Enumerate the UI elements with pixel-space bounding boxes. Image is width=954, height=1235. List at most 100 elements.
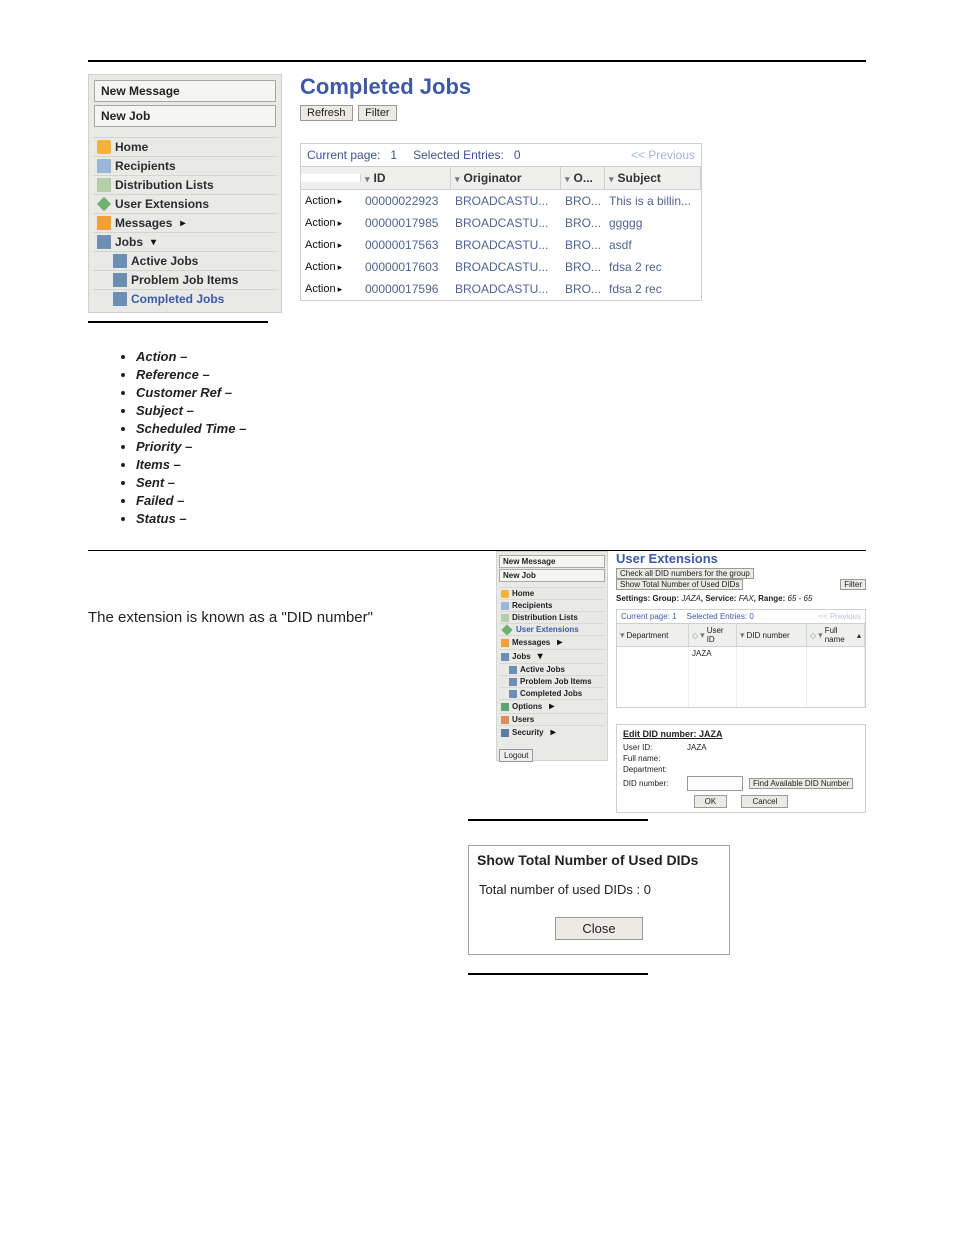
- cell-owner: BRO...: [561, 278, 605, 300]
- mini-nav-home[interactable]: Home: [499, 587, 605, 599]
- find-available-did-button[interactable]: Find Available DID Number: [749, 778, 853, 789]
- ue-current-page-label: Current page:: [621, 612, 670, 621]
- did-number-input[interactable]: [687, 776, 743, 791]
- action-menu[interactable]: Action: [301, 191, 361, 211]
- nav-messages[interactable]: Messages: [93, 213, 277, 232]
- section-divider: [88, 321, 268, 323]
- filter-icon[interactable]: [455, 171, 460, 185]
- col-id[interactable]: ID: [374, 171, 386, 185]
- nav-active-jobs[interactable]: Active Jobs: [93, 251, 277, 270]
- cell-owner: BRO...: [561, 256, 605, 278]
- col-did-number[interactable]: DID number: [747, 631, 790, 640]
- action-menu[interactable]: Action: [301, 235, 361, 255]
- table-row[interactable]: Action00000022923BROADCASTU...BRO...This…: [301, 190, 701, 212]
- nav-jobs[interactable]: Jobs: [93, 232, 277, 251]
- close-button[interactable]: Close: [555, 917, 642, 940]
- field-bullet: Subject: [136, 403, 866, 418]
- mini-nav-completed-jobs[interactable]: Completed Jobs: [499, 687, 605, 699]
- filter-icon[interactable]: [740, 630, 745, 641]
- nav-label: Recipients: [115, 159, 176, 173]
- home-icon: [501, 590, 509, 598]
- table-header: ID Originator O... Subject: [301, 167, 701, 190]
- nav-home[interactable]: Home: [93, 137, 277, 156]
- filter-icon[interactable]: [818, 630, 823, 641]
- check-all-dids-button[interactable]: Check all DID numbers for the group: [616, 568, 754, 579]
- messages-icon: [97, 216, 111, 230]
- ue-filter-button[interactable]: Filter: [840, 579, 866, 590]
- nav-label: Active Jobs: [131, 254, 198, 268]
- cell-originator: BROADCASTU...: [451, 190, 561, 212]
- col-owner[interactable]: O...: [574, 171, 593, 185]
- new-job-button[interactable]: New Job: [94, 105, 276, 127]
- table-row[interactable]: Action00000017603BROADCASTU...BRO...fdsa…: [301, 256, 701, 278]
- nav-recipients[interactable]: Recipients: [93, 156, 277, 175]
- nav-user-extensions[interactable]: User Extensions: [93, 194, 277, 213]
- ue-previous-link[interactable]: << Previous: [818, 612, 861, 621]
- completed-jobs-table: Current page: 1 Selected Entries: 0 << P…: [300, 143, 702, 301]
- mini-nav-messages[interactable]: Messages: [499, 635, 605, 649]
- selected-entries-value: 0: [514, 148, 521, 162]
- col-department[interactable]: Department: [627, 631, 669, 640]
- users-icon: [501, 716, 509, 724]
- show-total-dids-button[interactable]: Show Total Number of Used DIDs: [616, 579, 743, 590]
- previous-page-link[interactable]: << Previous: [631, 148, 695, 162]
- refresh-button[interactable]: Refresh: [300, 105, 353, 121]
- mini-nav-problem-job-items[interactable]: Problem Job Items: [499, 675, 605, 687]
- cell-subject: fdsa 2 rec: [605, 256, 701, 278]
- nav-label: Jobs: [115, 235, 143, 249]
- sort-icon[interactable]: ◇: [692, 631, 698, 640]
- mini-nav-active-jobs[interactable]: Active Jobs: [499, 663, 605, 675]
- new-message-button[interactable]: New Message: [94, 80, 276, 102]
- sort-icon[interactable]: ◇: [810, 631, 816, 640]
- user-id-label: User ID:: [623, 743, 681, 752]
- mini-nav-options[interactable]: Options: [499, 699, 605, 713]
- action-menu[interactable]: Action: [301, 213, 361, 233]
- user-id-value: JAZA: [687, 743, 707, 752]
- mini-nav-recipients[interactable]: Recipients: [499, 599, 605, 611]
- ok-button[interactable]: OK: [694, 795, 728, 808]
- recipients-icon: [97, 159, 111, 173]
- mini-nav-security[interactable]: Security: [499, 725, 605, 739]
- table-row[interactable]: JAZA: [617, 647, 865, 707]
- filter-icon[interactable]: [700, 630, 705, 641]
- current-page-label: Current page:: [307, 148, 380, 162]
- edit-did-title: Edit DID number: JAZA: [623, 729, 859, 739]
- col-subject[interactable]: Subject: [618, 171, 661, 185]
- nav-completed-jobs[interactable]: Completed Jobs: [93, 289, 277, 308]
- cell-originator: BROADCASTU...: [451, 212, 561, 234]
- mini-new-job-button[interactable]: New Job: [499, 569, 605, 582]
- fax-sidebar: New Message New Job Home Recipients Dist…: [88, 74, 282, 313]
- active-jobs-icon: [113, 254, 127, 268]
- table-row[interactable]: Action00000017563BROADCASTU...BRO...asdf: [301, 234, 701, 256]
- nav-label: Home: [512, 589, 534, 598]
- col-full-name[interactable]: Full name: [825, 626, 853, 644]
- col-user-id[interactable]: User ID: [707, 626, 733, 644]
- logout-button[interactable]: Logout: [499, 749, 533, 762]
- cancel-button[interactable]: Cancel: [741, 795, 788, 808]
- nav-label: Completed Jobs: [520, 689, 582, 698]
- cell-owner: BRO...: [561, 212, 605, 234]
- used-dids-dialog: Show Total Number of Used DIDs Total num…: [468, 845, 730, 955]
- mini-nav-users[interactable]: Users: [499, 713, 605, 725]
- did-caption: The extension is known as a "DID number": [88, 609, 496, 626]
- cell-user-id: JAZA: [689, 647, 737, 707]
- table-row[interactable]: Action00000017985BROADCASTU...BRO...gggg…: [301, 212, 701, 234]
- field-bullet: Priority: [136, 439, 866, 454]
- mini-nav-user-extensions[interactable]: User Extensions: [499, 623, 605, 635]
- field-bullet: Action: [136, 349, 866, 364]
- cell-subject: ggggg: [605, 212, 701, 234]
- mini-nav-distribution-lists[interactable]: Distribution Lists: [499, 611, 605, 623]
- action-menu[interactable]: Action: [301, 279, 361, 299]
- filter-icon[interactable]: [365, 171, 370, 185]
- filter-icon[interactable]: [609, 171, 614, 185]
- nav-problem-job-items[interactable]: Problem Job Items: [93, 270, 277, 289]
- filter-button[interactable]: Filter: [358, 105, 396, 121]
- col-originator[interactable]: Originator: [464, 171, 522, 185]
- action-menu[interactable]: Action: [301, 257, 361, 277]
- filter-icon[interactable]: [620, 630, 625, 641]
- filter-icon[interactable]: [565, 171, 570, 185]
- mini-new-message-button[interactable]: New Message: [499, 555, 605, 568]
- table-row[interactable]: Action00000017596BROADCASTU...BRO...fdsa…: [301, 278, 701, 300]
- mini-nav-jobs[interactable]: Jobs: [499, 649, 605, 663]
- nav-distribution-lists[interactable]: Distribution Lists: [93, 175, 277, 194]
